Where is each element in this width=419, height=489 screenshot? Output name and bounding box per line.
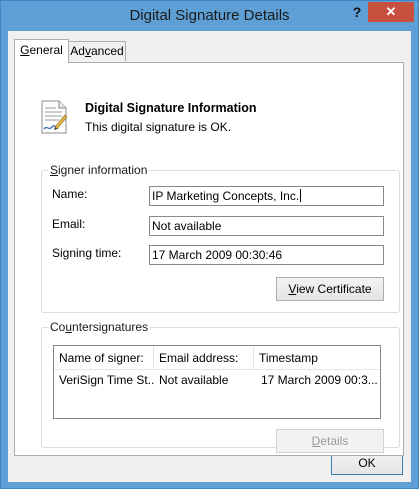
tab-advanced[interactable]: Advanced (68, 41, 126, 61)
countersignatures-list[interactable]: Name of signer: Email address: Timestamp… (53, 345, 381, 419)
view-certificate-label: iew Certificate (296, 282, 372, 296)
tab-advanced-label-pre: Ad (70, 44, 85, 58)
dialog-body: General Advanced Digital Signature Infor… (8, 31, 411, 482)
signature-info-heading: Digital Signature Information (85, 101, 257, 115)
view-certificate-button[interactable]: View Certificate (276, 277, 384, 301)
details-label: etails (320, 434, 349, 448)
details-button[interactable]: Details (276, 429, 384, 453)
help-button[interactable]: ? (345, 3, 369, 23)
cell-email: Not available (159, 373, 229, 387)
signature-status-text: This digital signature is OK. (85, 120, 232, 134)
email-field[interactable]: Not available (149, 216, 384, 236)
title-bar[interactable]: Digital Signature Details ? ✕ (1, 1, 418, 31)
email-label: Email: (52, 217, 86, 231)
cell-timestamp: 17 March 2009 00:3... (261, 373, 378, 387)
countersignatures-legend-text: ntersignatures (72, 320, 149, 334)
signing-time-label: Signing time: (52, 246, 122, 260)
list-item[interactable]: VeriSign Time St... Not available 17 Mar… (54, 370, 380, 390)
tab-general[interactable]: General (14, 39, 69, 63)
signer-information-group: Signer information Name: IP Marketing Co… (41, 163, 400, 313)
general-tab-page: Digital Signature Information This digit… (14, 62, 404, 456)
tab-general-label: eneral (29, 43, 63, 57)
countersignatures-group: Countersignatures Name of signer: Email … (41, 320, 400, 453)
countersignatures-legend-pre: Co (50, 320, 66, 334)
signer-legend-text: igner information (58, 163, 148, 177)
name-label: Name: (52, 187, 88, 201)
list-header: Name of signer: Email address: Timestamp (54, 346, 380, 370)
signer-legend-mnemonic: S (50, 163, 59, 177)
tab-advanced-label: anced (90, 44, 124, 58)
cell-signer-name: VeriSign Time St... (59, 373, 154, 387)
signing-time-field[interactable]: 17 March 2009 00:30:46 (149, 245, 384, 265)
column-header-name[interactable]: Name of signer: (54, 346, 154, 370)
countersignatures-legend: Countersignatures (48, 320, 151, 334)
column-header-email[interactable]: Email address: (154, 346, 254, 370)
dialog-window: Digital Signature Details ? ✕ General Ad… (0, 0, 419, 489)
column-header-timestamp[interactable]: Timestamp (254, 346, 380, 370)
signer-information-legend: Signer information (48, 163, 150, 177)
close-button[interactable]: ✕ (368, 2, 414, 22)
name-field[interactable]: IP Marketing Concepts, Inc. (149, 186, 384, 206)
signature-document-icon (41, 100, 67, 134)
